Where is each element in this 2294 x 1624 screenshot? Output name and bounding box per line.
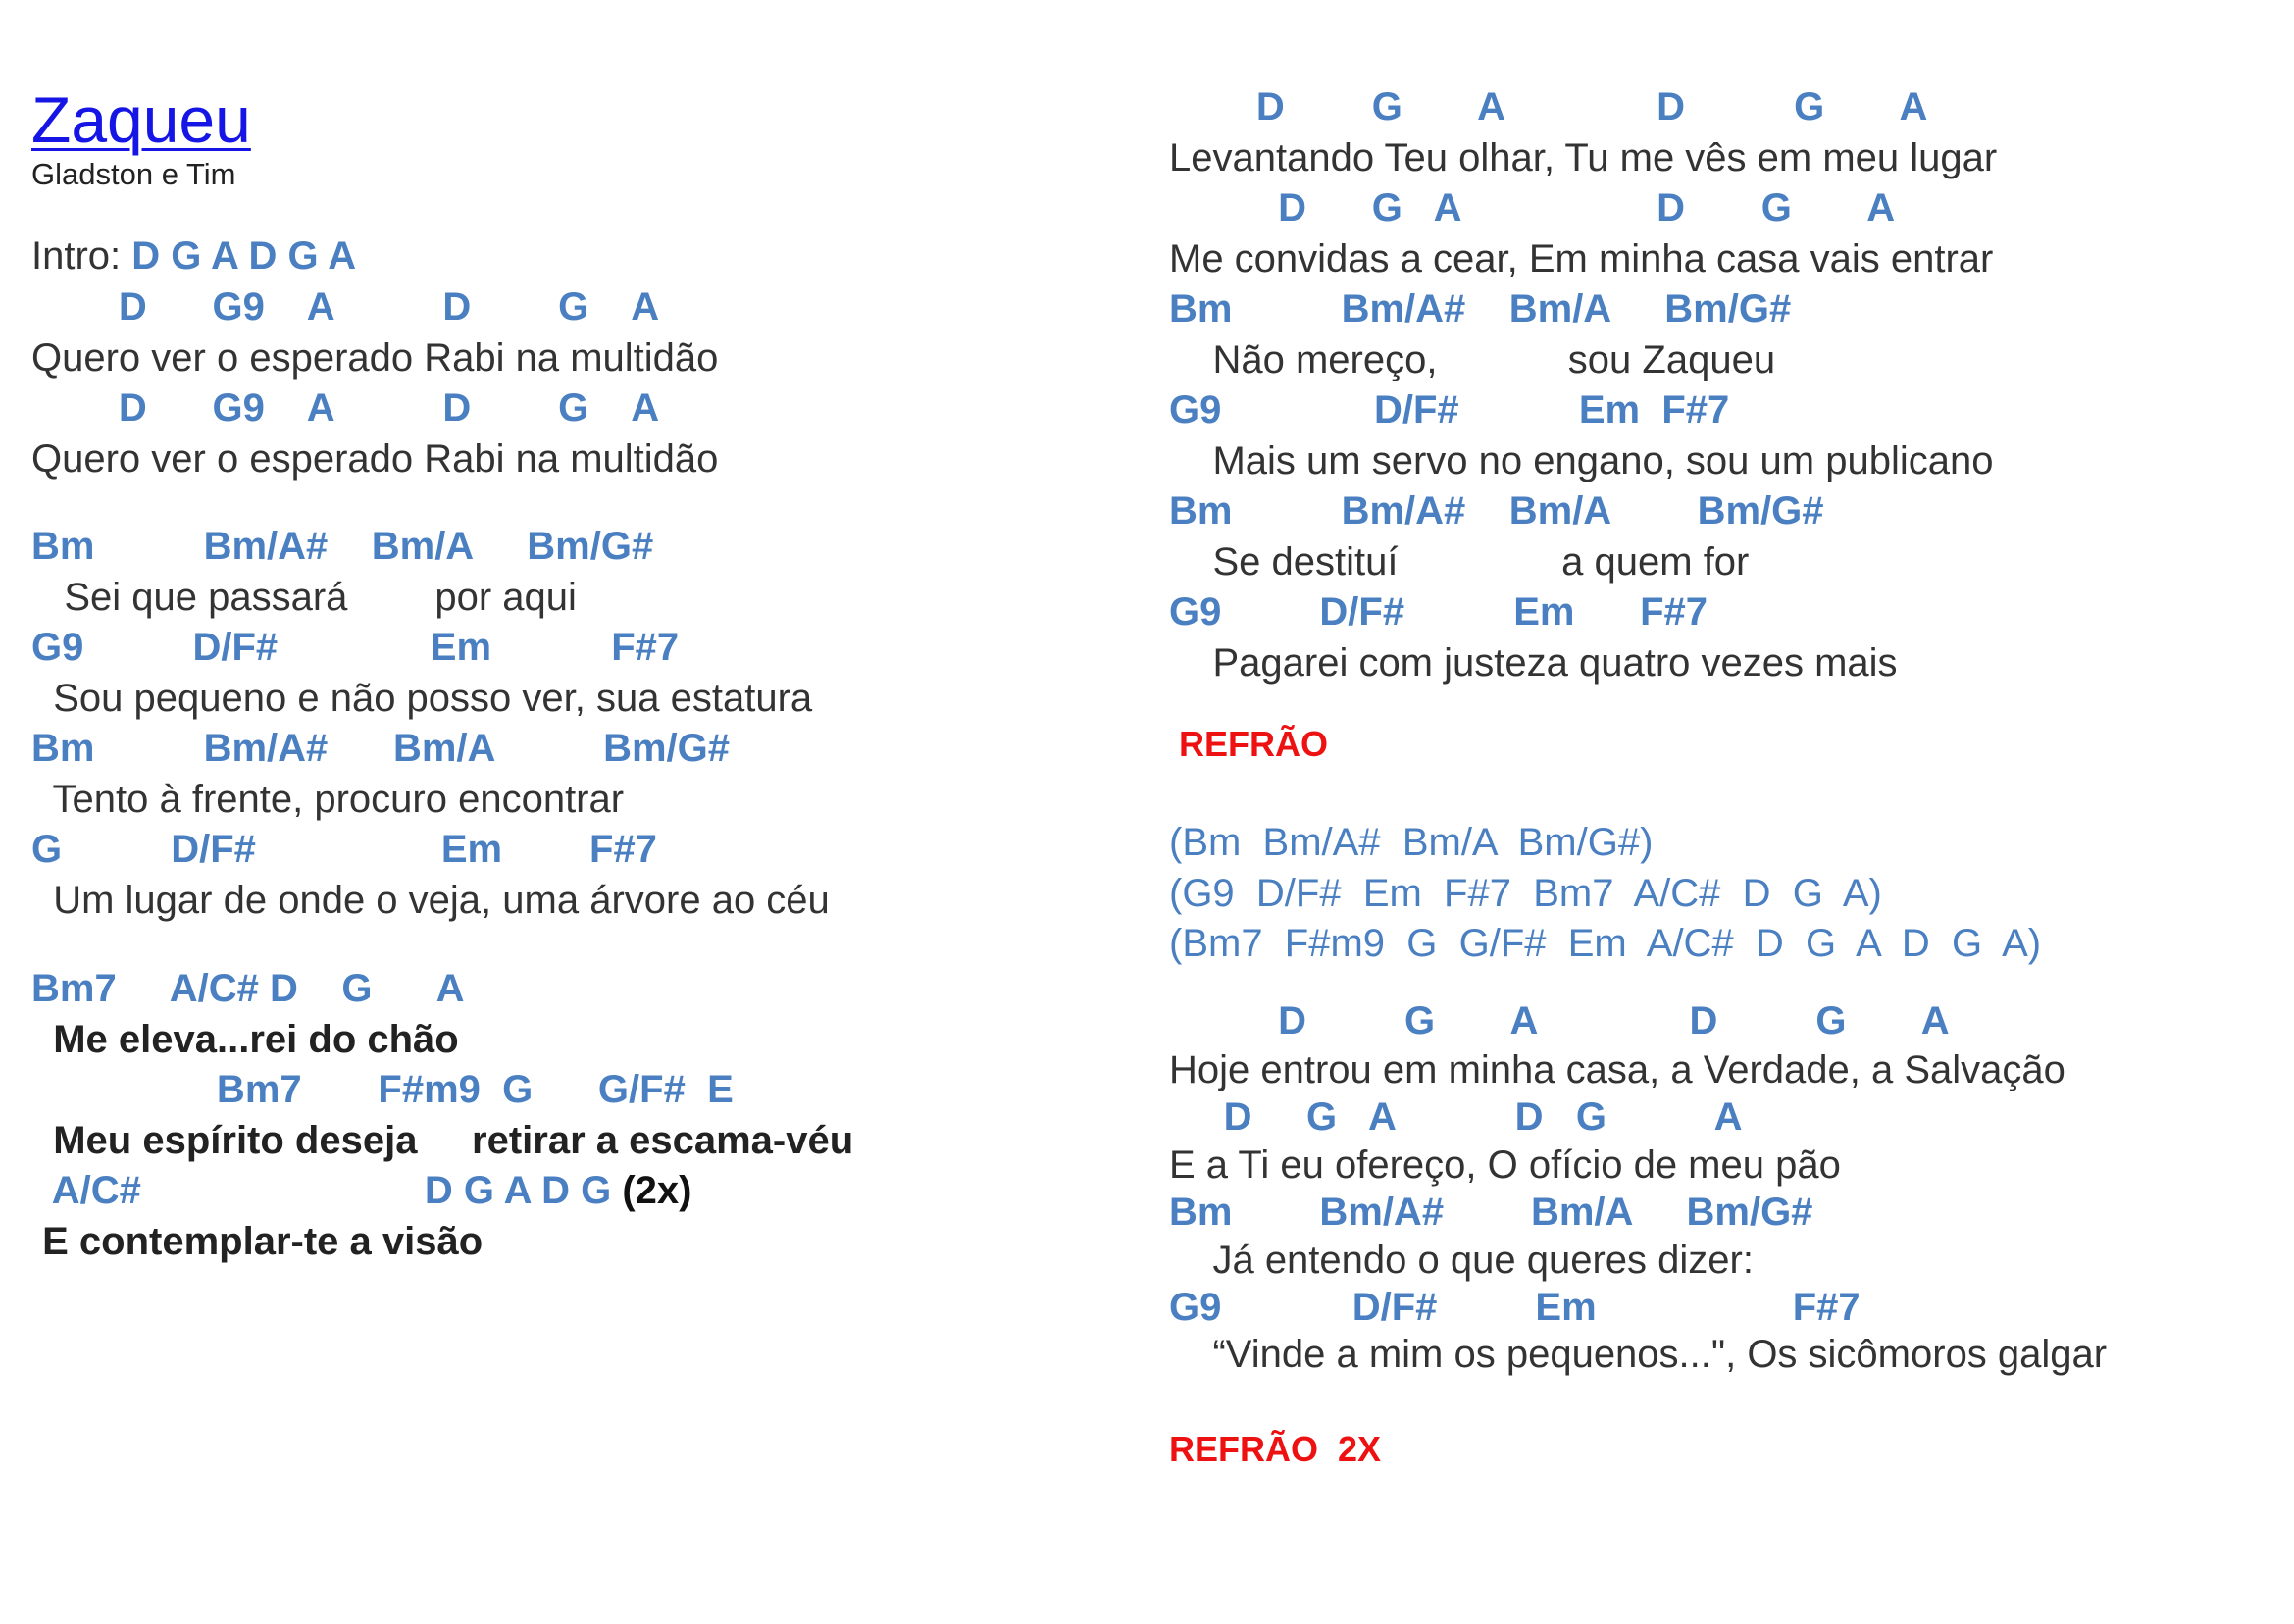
- chord-line: G D/F# Em F#7: [31, 828, 657, 871]
- chord-line: Bm Bm/A# Bm/A Bm/G#: [1169, 489, 1824, 533]
- chord-line: G9 D/F# Em F#7: [31, 626, 680, 669]
- instrumental-line: (Bm Bm/A# Bm/A Bm/G#): [1169, 821, 1654, 864]
- chord-line: Bm Bm/A# Bm/A Bm/G#: [31, 525, 654, 568]
- chord-line: D G A D G A: [1169, 85, 1928, 128]
- chord-line: Bm Bm/A# Bm/A Bm/G#: [1169, 1191, 1813, 1234]
- lyric-line: Quero ver o esperado Rabi na multidão: [31, 336, 719, 380]
- lyric-line: Sou pequeno e não posso ver, sua estatur…: [31, 677, 813, 720]
- chord-line: D G9 A D G A: [31, 285, 660, 329]
- repeat-marker: (2x): [622, 1169, 692, 1212]
- chorus-lyric-line: E contemplar-te a visão: [31, 1220, 484, 1263]
- lyric-line: Hoje entrou em minha casa, a Verdade, a …: [1169, 1048, 2065, 1091]
- intro-line: Intro: D G A D G A: [31, 233, 356, 279]
- chord-line: D G A D G A: [1169, 999, 1950, 1042]
- lyric-line: Um lugar de onde o veja, uma árvore ao c…: [31, 879, 830, 922]
- lyric-line: “Vinde a mim os pequenos...", Os sicômor…: [1169, 1333, 2108, 1376]
- lyric-line: Já entendo o que queres dizer:: [1169, 1239, 1754, 1282]
- lyric-line: Se destituí a quem for: [1169, 540, 1750, 584]
- instrumental-line: (G9 D/F# Em F#7 Bm7 A/C# D G A): [1169, 872, 1882, 915]
- intro-chords: D G A D G A: [131, 234, 357, 278]
- chord-line: G9 D/F# Em F#7: [1169, 388, 1730, 431]
- chord-line: Bm7 A/C# D G A: [31, 967, 465, 1010]
- chord-line: D G9 A D G A: [31, 386, 660, 430]
- refrao-2x-marker: REFRÃO 2X: [1169, 1429, 1382, 1469]
- chord-line: Bm Bm/A# Bm/A Bm/G#: [31, 727, 730, 770]
- refrao-marker: REFRÃO: [1169, 724, 1328, 764]
- song-artist: Gladston e Tim: [31, 157, 236, 191]
- intro-label: Intro:: [31, 234, 132, 278]
- chord-line: Bm7 F#m9 G G/F# E: [31, 1068, 734, 1111]
- chord-line: Bm Bm/A# Bm/A Bm/G#: [1169, 287, 1792, 330]
- instrumental-line: (Bm7 F#m9 G G/F# Em A/C# D G A D G A): [1169, 922, 2042, 965]
- lyric-line: Mais um servo no engano, sou um publican…: [1169, 439, 1994, 482]
- lyric-line: Tento à frente, procuro encontrar: [31, 778, 625, 821]
- lyric-line: Pagarei com justeza quatro vezes mais: [1169, 641, 1898, 685]
- chorus-lyric-line: Me eleva...rei do chão: [31, 1018, 459, 1061]
- chord-line: A/C# D G A D G (2x): [31, 1168, 692, 1213]
- lyric-line: E a Ti eu ofereço, O ofício de meu pão: [1169, 1143, 1841, 1187]
- lyric-line: Me convidas a cear, Em minha casa vais e…: [1169, 237, 1994, 280]
- chord-group: A/C# D G A D G: [31, 1169, 623, 1212]
- chord-line: G9 D/F# Em F#7: [1169, 590, 1708, 634]
- lyric-line: Quero ver o esperado Rabi na multidão: [31, 437, 719, 481]
- chorus-lyric-line: Meu espírito deseja retirar a escama-véu: [31, 1119, 854, 1162]
- lyric-line: Sei que passará por aqui: [31, 576, 577, 619]
- lyric-line: Não mereço, sou Zaqueu: [1169, 338, 1776, 381]
- chord-line: D G A D G A: [1169, 186, 1896, 229]
- song-title-link[interactable]: Zaqueu: [31, 84, 251, 155]
- chord-line: G9 D/F# Em F#7: [1169, 1286, 1861, 1329]
- chord-line: D G A D G A: [1169, 1095, 1743, 1139]
- lyric-line: Levantando Teu olhar, Tu me vês em meu l…: [1169, 136, 1998, 179]
